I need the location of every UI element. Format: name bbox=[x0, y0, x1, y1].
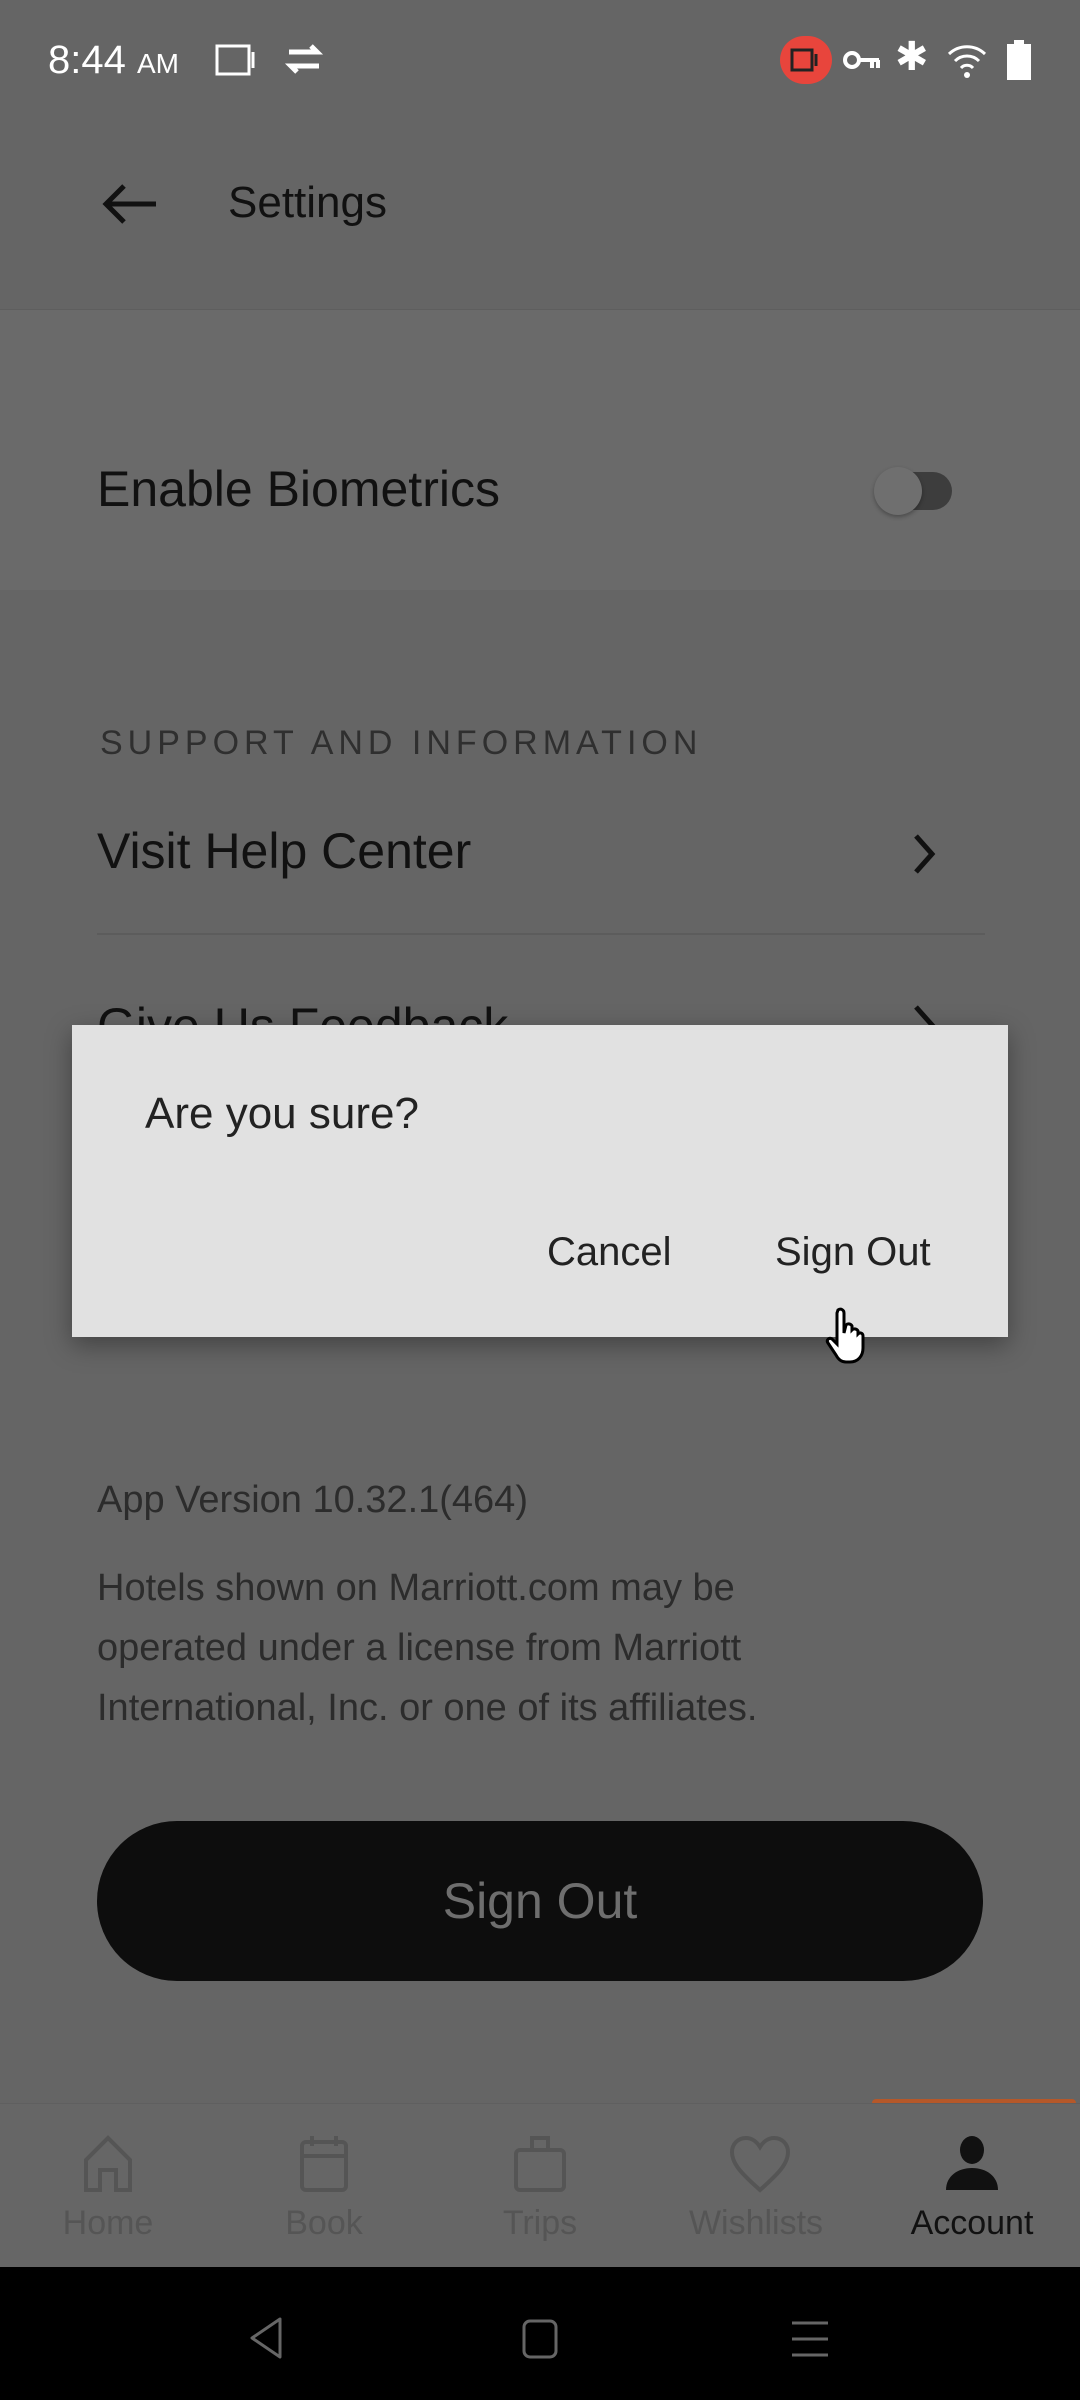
biometrics-toggle[interactable] bbox=[874, 467, 952, 515]
bottom-nav: Home Book Trips Wishlists Account bbox=[0, 2103, 1080, 2267]
disclaimer-line: Hotels shown on Marriott.com may be bbox=[97, 1567, 735, 1609]
heart-icon bbox=[729, 2135, 791, 2193]
tab-label: Wishlists bbox=[688, 2204, 824, 2242]
tab-account[interactable]: Account bbox=[864, 2104, 1080, 2268]
bluetooth-icon: ✱ bbox=[895, 35, 929, 79]
page-title: Settings bbox=[228, 178, 387, 227]
system-nav-bar bbox=[0, 2267, 1080, 2400]
person-icon bbox=[946, 2136, 998, 2190]
app-version: App Version 10.32.1(464) bbox=[97, 1479, 528, 1521]
toggle-thumb bbox=[874, 467, 922, 515]
back-arrow-icon[interactable] bbox=[100, 182, 160, 226]
suitcase-icon bbox=[514, 2136, 566, 2192]
biometrics-row: Enable Biometrics bbox=[0, 310, 1080, 590]
app-header: Settings bbox=[0, 120, 1080, 310]
back-icon[interactable] bbox=[248, 2317, 284, 2359]
vpn-key-icon bbox=[843, 51, 880, 69]
recording-indicator bbox=[780, 36, 832, 84]
disclaimer: Hotels shown on Marriott.com may be oper… bbox=[97, 1558, 757, 1738]
section-title: SUPPORT AND INFORMATION bbox=[100, 724, 703, 762]
chevron-right-icon bbox=[914, 834, 936, 874]
tab-label: Book bbox=[285, 2204, 363, 2242]
tab-trips[interactable]: Trips bbox=[432, 2104, 648, 2268]
cancel-button[interactable]: Cancel bbox=[547, 1230, 672, 1275]
tab-label: Trips bbox=[502, 2204, 578, 2242]
dialog-title: Are you sure? bbox=[145, 1089, 419, 1138]
disclaimer-line: International, Inc. or one of its affili… bbox=[97, 1687, 758, 1729]
recents-icon[interactable] bbox=[790, 2321, 830, 2357]
confirm-sign-out-button[interactable]: Sign Out bbox=[775, 1230, 931, 1275]
disclaimer-line: operated under a license from Marriott bbox=[97, 1627, 742, 1669]
sign-out-button[interactable]: Sign Out bbox=[97, 1821, 983, 1981]
home-icon bbox=[84, 2135, 132, 2192]
visit-help-center-row[interactable]: Visit Help Center bbox=[0, 810, 1080, 900]
sync-icon bbox=[284, 44, 324, 74]
confirm-dialog: Are you sure? Cancel Sign Out bbox=[72, 1025, 1008, 1337]
battery-icon bbox=[1007, 40, 1031, 80]
tab-wishlists[interactable]: Wishlists bbox=[648, 2104, 864, 2268]
calendar-icon bbox=[300, 2136, 348, 2192]
biometrics-label: Enable Biometrics bbox=[97, 461, 500, 517]
divider bbox=[97, 933, 985, 935]
tab-home[interactable]: Home bbox=[0, 2104, 216, 2268]
tab-book[interactable]: Book bbox=[216, 2104, 432, 2268]
tab-label: Home bbox=[62, 2204, 154, 2242]
help-center-label: Visit Help Center bbox=[97, 823, 472, 879]
hand-cursor-icon bbox=[825, 1307, 865, 1364]
tab-label: Account bbox=[910, 2204, 1034, 2242]
screen-record-icon bbox=[215, 44, 255, 76]
clock: 8:44 AM bbox=[48, 38, 179, 82]
status-bar: 8:44 AM ✱ bbox=[0, 0, 1080, 120]
home-button-icon[interactable] bbox=[522, 2319, 558, 2359]
wifi-icon bbox=[947, 45, 987, 78]
